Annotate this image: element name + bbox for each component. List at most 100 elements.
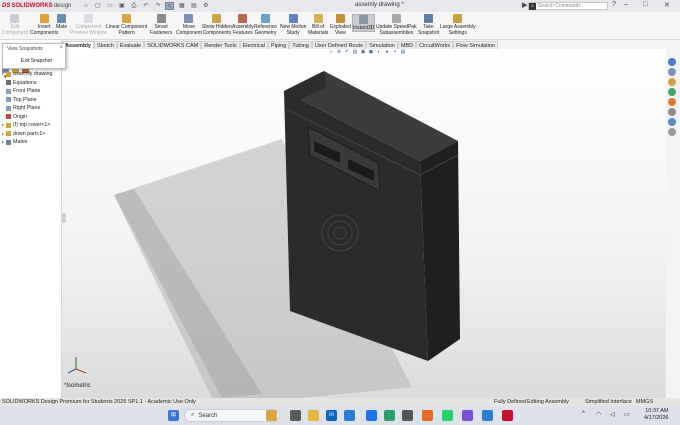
scene-icon[interactable]: ◓ [392, 49, 398, 55]
search-commands-input[interactable]: ⌕ Search Commands [528, 2, 608, 10]
zoom-to-fit-icon[interactable]: ⌕ [328, 49, 334, 55]
hide-show-icon[interactable]: ◐ [376, 49, 382, 55]
tab-sketch[interactable]: Sketch [94, 40, 117, 49]
tab-assembly[interactable]: Assembly [62, 40, 94, 49]
tray-chevron-icon[interactable]: ^ [582, 411, 585, 417]
interface-mode[interactable]: Simplified Interface [585, 398, 632, 406]
appearances-icon[interactable] [668, 98, 676, 106]
chatgpt-icon[interactable] [402, 410, 413, 421]
units-selector[interactable]: MMGS [636, 398, 653, 406]
battery-icon[interactable]: ▭ [624, 411, 630, 418]
tab-render-tools[interactable]: Render Tools [201, 40, 240, 49]
redo-icon[interactable]: ↷ [153, 2, 162, 10]
tab-piping[interactable]: Piping [267, 40, 290, 49]
new-motion-study-button[interactable]: New Motion Study [280, 14, 306, 36]
options-gear-icon[interactable]: ⚙ [201, 2, 210, 10]
tab-user-defined-route[interactable]: User Defined Route [311, 40, 367, 49]
exploded-view-button[interactable]: Exploded View [330, 14, 351, 36]
tab-circuitworks[interactable]: CircuitWorks [416, 40, 454, 49]
help-icon[interactable]: ? [612, 1, 616, 8]
task-view-icon[interactable] [290, 410, 301, 421]
file-properties-icon[interactable]: ▤ [189, 2, 198, 10]
firefox-icon[interactable] [422, 410, 433, 421]
edit-appearance-icon[interactable]: ● [384, 49, 390, 55]
instant3d-button[interactable]: Instant3D [352, 14, 376, 32]
new-document-icon[interactable]: ▢ [93, 2, 102, 10]
linear-component-pattern-button[interactable]: Linear Component Pattern [106, 14, 147, 36]
zoom-area-icon[interactable]: ⊕ [336, 49, 342, 55]
command-prompt-icon[interactable]: ▶ [522, 1, 527, 9]
tree-root-node[interactable]: ▸ assemly drawing [2, 70, 62, 79]
tree-item[interactable]: ▸ Mates [2, 138, 62, 147]
microsoft-store-icon[interactable] [366, 410, 377, 421]
undo-icon[interactable]: ↶ [141, 2, 150, 10]
section-view-icon[interactable]: ▥ [352, 49, 358, 55]
bill-of-materials-button[interactable]: Bill of Materials [308, 14, 328, 36]
tree-item[interactable]: ▸ (f) top cover<1> [2, 121, 62, 130]
mate-button[interactable]: Mate [56, 14, 67, 30]
file-explorer-icon[interactable] [308, 410, 319, 421]
close-icon[interactable]: ✕ [664, 1, 670, 9]
large-assembly-settings-button[interactable]: Large Assembly Settings [440, 14, 476, 36]
edge-icon[interactable] [344, 410, 355, 421]
view-settings-icon[interactable]: ▤ [400, 49, 406, 55]
volume-icon[interactable]: ◁ [610, 411, 615, 418]
home-icon[interactable]: ⌂ [81, 2, 90, 10]
insert-components-button[interactable]: Insert Components [30, 14, 58, 36]
tree-item[interactable]: Front Plane [2, 87, 62, 96]
smart-fasteners-button[interactable]: Smart Fasteners [150, 14, 172, 36]
tree-item[interactable]: Equations [2, 79, 62, 88]
tab-solidworks-cam[interactable]: SOLIDWORKS CAM [144, 40, 202, 49]
open-folder-icon[interactable]: ▭ [105, 2, 114, 10]
app-icon[interactable] [462, 410, 473, 421]
component-preview-button[interactable]: Component Preview Window [70, 14, 107, 36]
assembly-features-button[interactable]: Assembly Features [232, 14, 254, 36]
start-icon[interactable]: ⊞ [168, 410, 179, 421]
exit-snapshot-button[interactable]: Exit Snapshot [21, 58, 52, 64]
solidworks-forum-icon[interactable] [668, 118, 676, 126]
file-explorer-icon[interactable] [668, 78, 676, 86]
print-icon[interactable]: ⎙ [129, 2, 138, 10]
update-speedpak-button[interactable]: Update SpeedPak Subassemblies [376, 14, 417, 36]
tab-electrical[interactable]: Electrical [239, 40, 268, 49]
tree-item[interactable]: Origin [2, 113, 62, 122]
tree-item[interactable]: Top Plane [2, 96, 62, 105]
maximize-icon[interactable]: □ [643, 1, 647, 8]
minimize-icon[interactable]: – [624, 1, 628, 8]
tab-tubing[interactable]: Tubing [289, 40, 312, 49]
reference-geometry-button[interactable]: Reference Geometry [254, 14, 277, 36]
edit-component-button[interactable]: Edit Component [2, 14, 28, 36]
popup-close-icon[interactable]: × [59, 45, 63, 51]
display-style-icon[interactable]: ◼ [368, 49, 374, 55]
vscode-icon[interactable] [482, 410, 493, 421]
linkedin-icon[interactable]: in [326, 410, 337, 421]
edge-dev-icon[interactable] [384, 410, 395, 421]
app-logo[interactable]: DS SOLIDWORKS design [2, 3, 71, 9]
system-clock[interactable]: 10:37 AM 4/17/2026 [644, 408, 668, 422]
whatsapp-icon[interactable] [442, 410, 453, 421]
show-hidden-button[interactable]: Show Hidden Components [202, 14, 232, 36]
tree-item[interactable]: Right Plane [2, 104, 62, 113]
solidworks-taskbar-icon[interactable] [502, 410, 513, 421]
graphics-area[interactable] [62, 49, 666, 398]
tab-evaluate[interactable]: Evaluate [116, 40, 145, 49]
task-pane-options-icon[interactable] [668, 128, 676, 136]
tab-flow-simulation[interactable]: Flow Simulation [453, 40, 498, 49]
resources-icon[interactable] [668, 58, 676, 66]
tab-simulation[interactable]: Simulation [366, 40, 398, 49]
design-library-icon[interactable] [668, 68, 676, 76]
custom-properties-icon[interactable] [668, 108, 676, 116]
view-palette-icon[interactable] [668, 88, 676, 96]
view-orientation-icon[interactable]: ▣ [360, 49, 366, 55]
take-snapshot-button[interactable]: Take Snapshot [418, 14, 439, 36]
move-component-button[interactable]: Move Component [176, 14, 202, 36]
tree-item[interactable]: ▸ down part<1> [2, 130, 62, 139]
rebuild-icon[interactable]: ▦ [177, 2, 186, 10]
select-pointer-icon[interactable]: ↖ [165, 2, 175, 10]
wifi-icon[interactable]: ◠ [596, 411, 601, 418]
tab-mbd[interactable]: MBD [397, 40, 417, 49]
save-icon[interactable]: ▣ [117, 2, 126, 10]
previous-view-icon[interactable]: ↶ [344, 49, 350, 55]
panel-splitter-handle[interactable] [62, 213, 66, 223]
widget-icon[interactable] [266, 410, 277, 421]
